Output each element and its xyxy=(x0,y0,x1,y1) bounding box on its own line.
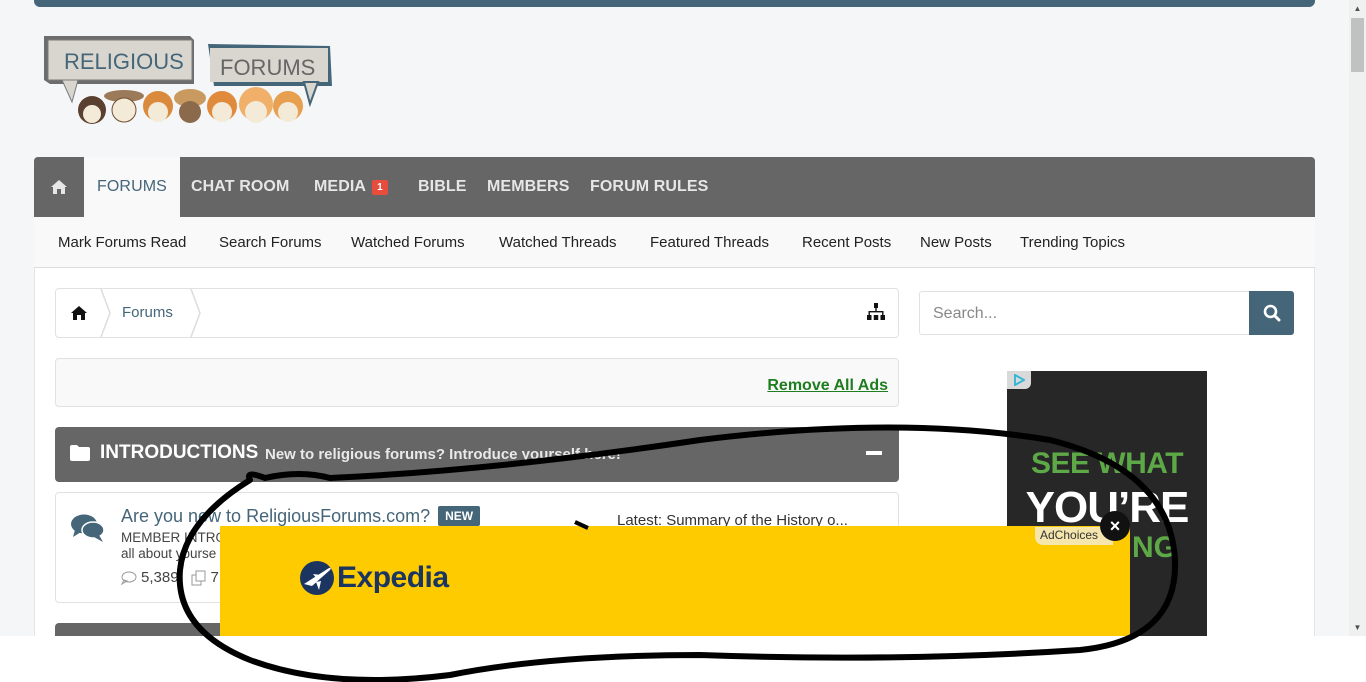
category-title[interactable]: INTRODUCTIONS xyxy=(100,442,258,464)
page-viewport: RELIGIOUS FORUMS FORUMS CHAT ROOM MEDIA 1… xyxy=(0,0,1349,636)
subnav-search-forums[interactable]: Search Forums xyxy=(219,234,322,251)
top-accent-bar xyxy=(34,0,1315,7)
expedia-logo: Expedia xyxy=(299,560,449,596)
forum-title-text: Are you new to ReligiousForums.com? xyxy=(121,506,431,526)
subnav-mark-forums-read[interactable]: Mark Forums Read xyxy=(58,234,186,251)
category-header-introductions: INTRODUCTIONS New to religious forums? I… xyxy=(55,427,899,482)
folder-icon xyxy=(70,445,90,461)
tab-chat-room[interactable]: CHAT ROOM xyxy=(191,157,289,217)
expedia-wordmark: Expedia xyxy=(337,561,449,594)
sitemap-button[interactable] xyxy=(866,303,886,326)
plane-icon xyxy=(300,561,334,595)
forum-title-link[interactable]: Are you new to ReligiousForums.com? NEW xyxy=(121,506,481,527)
subnav-watched-threads[interactable]: Watched Threads xyxy=(499,234,617,251)
search-button[interactable] xyxy=(1249,291,1294,335)
tab-chat-room-label: CHAT ROOM xyxy=(191,178,290,195)
close-ad-button[interactable]: × xyxy=(1100,511,1130,541)
forum-stats: 5,389 7 xyxy=(121,569,219,586)
sitemap-icon xyxy=(867,303,885,320)
logo-text-1: RELIGIOUS xyxy=(64,49,184,74)
tab-media[interactable]: MEDIA 1 xyxy=(314,157,388,217)
tab-media-label: MEDIA xyxy=(314,178,367,195)
scroll-down-arrow[interactable]: ▼ xyxy=(1349,619,1366,636)
tab-bible[interactable]: BIBLE xyxy=(418,157,467,217)
tab-bible-label: BIBLE xyxy=(418,178,467,195)
search-icon xyxy=(1263,304,1280,322)
logo-text-2: FORUMS xyxy=(220,55,315,80)
sub-navbar: Mark Forums Read Search Forums Watched F… xyxy=(34,217,1315,268)
logo-graphic: RELIGIOUS FORUMS xyxy=(44,36,332,124)
category-description: New to religious forums? Introduce yours… xyxy=(265,446,621,463)
new-badge: NEW xyxy=(438,506,481,526)
home-icon xyxy=(51,180,67,194)
subnav-trending-topics[interactable]: Trending Topics xyxy=(1020,234,1125,251)
tab-forum-rules[interactable]: FORUM RULES xyxy=(590,157,708,217)
scroll-up-arrow[interactable]: ▲ xyxy=(1349,0,1366,17)
subnav-featured-threads[interactable]: Featured Threads xyxy=(650,234,769,251)
ad-headline-1: SEE WHAT xyxy=(1030,447,1184,480)
minus-icon[interactable] xyxy=(866,451,882,455)
messages-icon xyxy=(191,570,206,585)
tab-forums[interactable]: FORUMS xyxy=(84,157,180,217)
search-input[interactable]: Search... xyxy=(919,291,1250,335)
expedia-banner-ad[interactable]: Expedia xyxy=(220,526,1130,636)
page-scrollbar[interactable]: ▲ ▼ xyxy=(1349,0,1366,636)
remove-all-ads-link[interactable]: Remove All Ads xyxy=(767,377,888,395)
media-count-badge: 1 xyxy=(372,179,388,195)
subnav-new-posts[interactable]: New Posts xyxy=(920,234,992,251)
breadcrumb-separator xyxy=(190,289,201,337)
home-icon xyxy=(71,306,87,320)
threads-count: 5,389 xyxy=(141,569,179,586)
remove-ads-bar: Remove All Ads xyxy=(55,358,899,407)
nav-home-button[interactable] xyxy=(34,157,84,217)
breadcrumb-home[interactable] xyxy=(56,289,102,337)
close-icon: × xyxy=(1109,515,1121,536)
scroll-thumb[interactable] xyxy=(1351,18,1364,72)
subnav-watched-forums[interactable]: Watched Forums xyxy=(351,234,465,251)
ad-info-icon[interactable] xyxy=(1007,371,1031,389)
tab-members[interactable]: MEMBERS xyxy=(487,157,569,217)
breadcrumb-separator xyxy=(100,289,111,337)
tab-forum-rules-label: FORUM RULES xyxy=(590,178,709,195)
site-logo[interactable]: RELIGIOUS FORUMS xyxy=(42,32,334,128)
threads-icon xyxy=(121,571,137,585)
subnav-recent-posts[interactable]: Recent Posts xyxy=(802,234,891,251)
breadcrumb: Forums xyxy=(55,288,899,338)
messages-count: 7 xyxy=(210,569,219,586)
breadcrumb-forums[interactable]: Forums xyxy=(122,304,173,321)
tab-members-label: MEMBERS xyxy=(487,178,570,195)
comments-icon xyxy=(71,514,105,542)
main-navbar: FORUMS CHAT ROOM MEDIA 1 BIBLE MEMBERS FO… xyxy=(34,157,1315,217)
tab-forums-label: FORUMS xyxy=(97,178,167,195)
